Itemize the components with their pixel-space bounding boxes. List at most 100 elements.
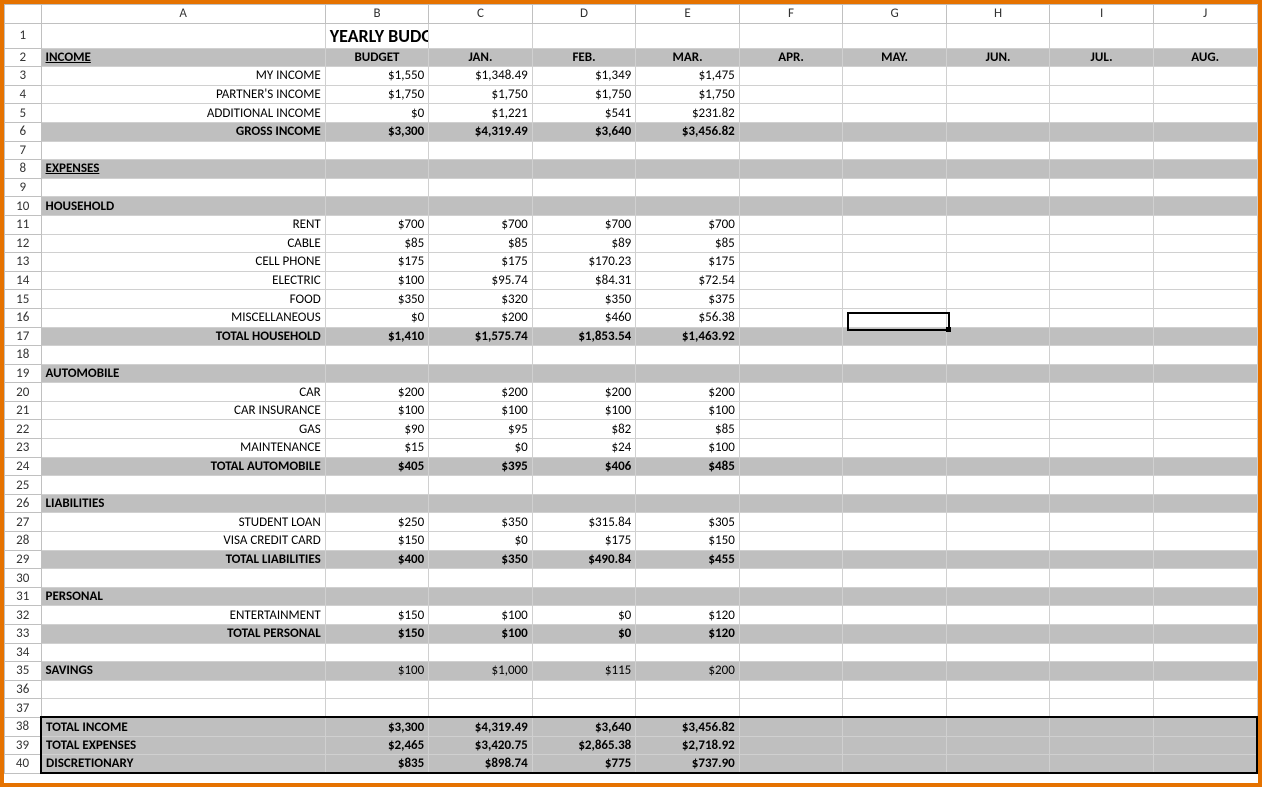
row[interactable]: 7 [5, 141, 1258, 160]
cell[interactable] [1050, 736, 1154, 755]
cell[interactable] [739, 197, 843, 216]
cell[interactable]: $2,465 [325, 736, 429, 755]
row[interactable]: 2INCOMEBUDGETJAN.FEB.MAR.APR.MAY.JUN.JUL… [5, 48, 1258, 67]
cell[interactable] [739, 67, 843, 86]
cell[interactable] [1050, 383, 1154, 402]
cell[interactable] [843, 85, 947, 104]
column-header-row[interactable]: A B C D E F G H I J [5, 5, 1258, 24]
cell[interactable] [843, 755, 947, 774]
cell[interactable] [429, 178, 533, 197]
cell[interactable]: $400 [325, 550, 429, 569]
cell[interactable] [1050, 253, 1154, 272]
cell[interactable]: GAS [41, 420, 325, 439]
cell[interactable]: $3,456.82 [636, 122, 740, 141]
cell[interactable] [532, 346, 636, 365]
cell[interactable]: TOTAL PERSONAL [41, 625, 325, 644]
cell[interactable] [1050, 569, 1154, 588]
cell[interactable]: MY INCOME [41, 67, 325, 86]
cell[interactable] [739, 699, 843, 718]
cell[interactable] [325, 494, 429, 513]
cell[interactable]: VISA CREDIT CARD [41, 532, 325, 551]
cell[interactable]: $0 [429, 439, 533, 458]
cell[interactable] [739, 364, 843, 383]
cell[interactable]: $200 [429, 308, 533, 327]
cell[interactable] [1153, 308, 1257, 327]
cell[interactable] [843, 587, 947, 606]
cell[interactable] [843, 197, 947, 216]
cell[interactable] [946, 104, 1050, 123]
cell[interactable]: $100 [429, 625, 533, 644]
cell[interactable] [1153, 532, 1257, 551]
cell[interactable] [636, 197, 740, 216]
cell[interactable] [843, 643, 947, 662]
cell[interactable] [636, 569, 740, 588]
cell[interactable] [636, 23, 740, 48]
col-header[interactable]: E [636, 5, 740, 24]
cell[interactable] [1153, 550, 1257, 569]
cell[interactable] [1050, 308, 1154, 327]
cell[interactable] [946, 755, 1050, 774]
cell[interactable]: $1,750 [429, 85, 533, 104]
spreadsheet-grid[interactable]: A B C D E F G H I J 1YEARLY BUDGET2INCOM… [4, 4, 1258, 774]
cell[interactable] [325, 197, 429, 216]
cell[interactable] [325, 699, 429, 718]
cell[interactable]: DISCRETIONARY [41, 755, 325, 774]
cell[interactable] [843, 606, 947, 625]
row-header[interactable]: 3 [5, 67, 42, 86]
row-header[interactable]: 22 [5, 420, 42, 439]
cell[interactable] [532, 476, 636, 495]
cell[interactable] [429, 643, 533, 662]
cell[interactable] [636, 141, 740, 160]
cell[interactable]: TOTAL HOUSEHOLD [41, 327, 325, 346]
col-header[interactable]: J [1153, 5, 1257, 24]
cell[interactable] [739, 104, 843, 123]
cell[interactable] [429, 494, 533, 513]
cell[interactable] [1050, 23, 1154, 48]
cell[interactable] [429, 587, 533, 606]
cell[interactable] [1050, 420, 1154, 439]
cell[interactable]: $1,750 [636, 85, 740, 104]
cell[interactable] [429, 680, 533, 699]
cell[interactable] [1153, 67, 1257, 86]
col-header[interactable]: H [946, 5, 1050, 24]
row[interactable]: 32ENTERTAINMENT$150$100$0$120 [5, 606, 1258, 625]
cell[interactable]: $90 [325, 420, 429, 439]
cell[interactable]: TOTAL EXPENSES [41, 736, 325, 755]
cell[interactable]: $82 [532, 420, 636, 439]
cell[interactable]: $200 [532, 383, 636, 402]
cell[interactable] [946, 346, 1050, 365]
cell[interactable]: MISCELLANEOUS [41, 308, 325, 327]
row-header[interactable]: 30 [5, 569, 42, 588]
cell[interactable] [946, 23, 1050, 48]
cell[interactable]: $231.82 [636, 104, 740, 123]
row[interactable]: 30 [5, 569, 1258, 588]
cell[interactable] [325, 346, 429, 365]
cell[interactable] [946, 85, 1050, 104]
cell[interactable] [739, 532, 843, 551]
cell[interactable] [739, 587, 843, 606]
row-header[interactable]: 32 [5, 606, 42, 625]
cell[interactable]: LIABILITIES [41, 494, 325, 513]
cell[interactable] [429, 346, 533, 365]
row-header[interactable]: 16 [5, 308, 42, 327]
cell[interactable]: $89 [532, 234, 636, 253]
cell[interactable]: $1,853.54 [532, 327, 636, 346]
row[interactable]: 12CABLE$85$85$89$85 [5, 234, 1258, 253]
col-header[interactable]: A [41, 5, 325, 24]
col-header[interactable]: G [843, 5, 947, 24]
cell[interactable] [843, 680, 947, 699]
cell[interactable] [946, 178, 1050, 197]
row[interactable]: 36 [5, 680, 1258, 699]
row[interactable]: 33TOTAL PERSONAL$150$100$0$120 [5, 625, 1258, 644]
row[interactable]: 16MISCELLANEOUS$0$200$460$56.38 [5, 308, 1258, 327]
cell[interactable]: ELECTRIC [41, 271, 325, 290]
cell[interactable] [843, 717, 947, 736]
cell[interactable] [843, 457, 947, 476]
cell[interactable]: TOTAL LIABILITIES [41, 550, 325, 569]
cell[interactable]: BUDGET [325, 48, 429, 67]
cell[interactable] [1153, 662, 1257, 681]
cell[interactable] [739, 550, 843, 569]
cell[interactable]: TOTAL INCOME [41, 717, 325, 736]
cell[interactable] [843, 23, 947, 48]
row[interactable]: 19AUTOMOBILE [5, 364, 1258, 383]
